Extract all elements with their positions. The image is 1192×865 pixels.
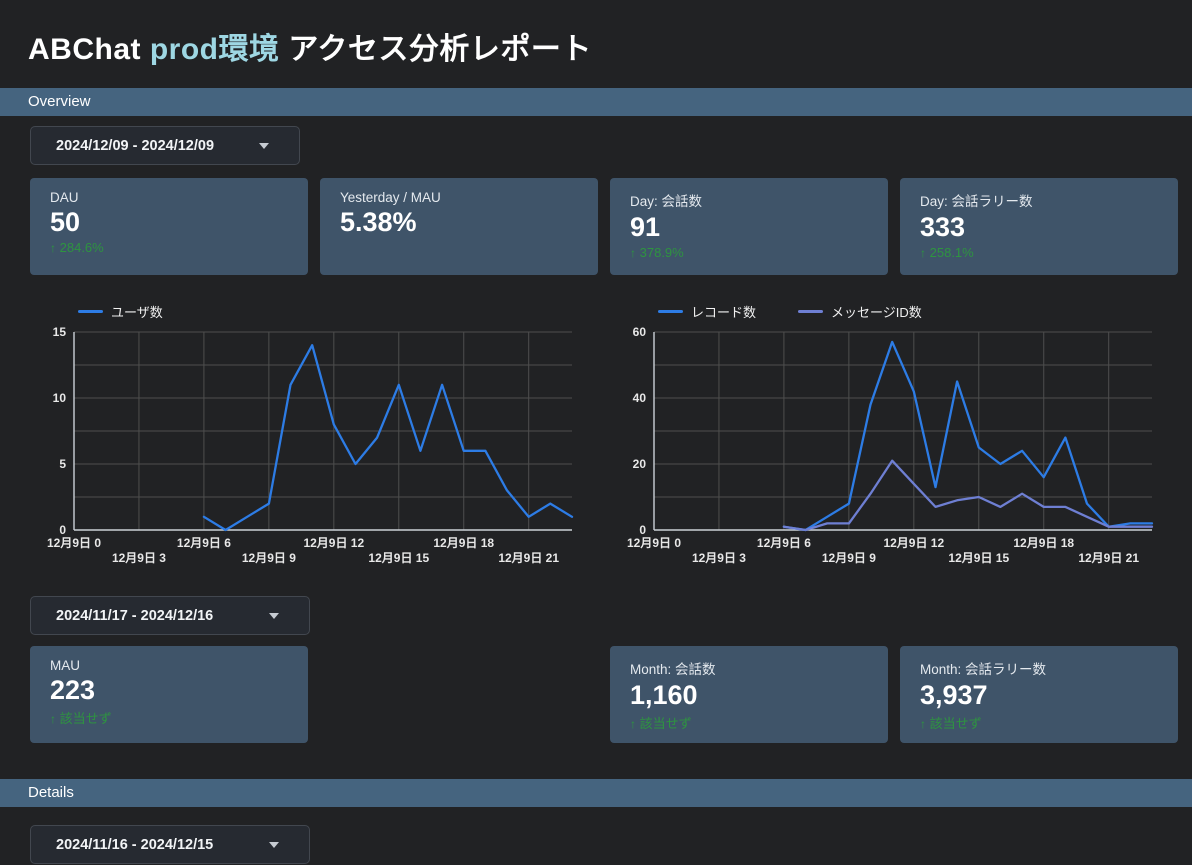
- kpi-label: Month: 会話ラリー数: [920, 658, 1158, 678]
- details-section-label: Details: [28, 784, 74, 801]
- kpi-value: 1,160: [630, 679, 868, 711]
- kpi-delta: ↑ 378.9%: [630, 245, 868, 260]
- kpi-value: 5.38%: [340, 206, 578, 238]
- svg-text:12月9日 0: 12月9日 0: [47, 536, 101, 550]
- page-title-suffix: アクセス分析レポート: [280, 33, 592, 66]
- svg-text:15: 15: [53, 325, 67, 339]
- stat-card-day-rallies: Day: 会話ラリー数 333 ↑ 258.1%: [900, 178, 1178, 275]
- users-chart: ユーザ数 05101512月9日 012月9日 312月9日 612月9日 91…: [30, 298, 598, 578]
- svg-text:12月9日 6: 12月9日 6: [757, 536, 811, 550]
- kpi-label: Day: 会話数: [630, 190, 868, 210]
- kpi-delta-value: 該当せず: [930, 716, 982, 731]
- kpi-value: 223: [50, 674, 288, 706]
- up-arrow-icon: ↑: [920, 717, 926, 731]
- svg-text:10: 10: [53, 391, 67, 405]
- kpi-delta-value: 378.9%: [640, 245, 684, 260]
- chart-legend: レコード数 メッセージID数: [610, 298, 1178, 324]
- chevron-down-icon: [259, 143, 269, 149]
- up-arrow-icon: ↑: [630, 246, 636, 260]
- svg-text:12月9日 15: 12月9日 15: [368, 551, 429, 565]
- details-section-bar: Details: [0, 779, 1192, 807]
- kpi-delta: ↑ 284.6%: [50, 240, 288, 255]
- details-range-picker[interactable]: 2024/11/16 - 2024/12/15: [30, 825, 310, 864]
- svg-text:20: 20: [633, 457, 647, 471]
- month-range-value: 2024/11/17 - 2024/12/16: [56, 608, 213, 624]
- stat-card-mau: MAU 223 ↑ 該当せず: [30, 646, 308, 743]
- svg-text:12月9日 9: 12月9日 9: [822, 551, 876, 565]
- records-chart: レコード数 メッセージID数 020406012月9日 012月9日 312月9…: [610, 298, 1178, 578]
- svg-text:12月9日 21: 12月9日 21: [1078, 551, 1139, 565]
- kpi-label: Day: 会話ラリー数: [920, 190, 1158, 210]
- svg-text:40: 40: [633, 391, 647, 405]
- svg-text:12月9日 3: 12月9日 3: [692, 551, 746, 565]
- kpi-delta: ↑ 該当せず: [630, 713, 868, 732]
- month-kpi-row: MAU 223 ↑ 該当せず Month: 会話数 1,160 ↑ 該当せず M…: [30, 646, 1178, 743]
- svg-text:60: 60: [633, 325, 647, 339]
- svg-text:12月9日 18: 12月9日 18: [1013, 536, 1074, 550]
- legend-swatch-icon: [798, 310, 823, 313]
- legend-label: ユーザ数: [111, 302, 163, 321]
- month-range-picker[interactable]: 2024/11/17 - 2024/12/16: [30, 596, 310, 635]
- kpi-delta-value: 該当せず: [60, 711, 112, 726]
- page-title-prefix: ABChat: [28, 33, 150, 66]
- overview-section-label: Overview: [28, 93, 91, 110]
- up-arrow-icon: ↑: [50, 241, 56, 255]
- kpi-label: DAU: [50, 190, 288, 205]
- day-range-picker[interactable]: 2024/12/09 - 2024/12/09: [30, 126, 300, 165]
- legend-label: メッセージID数: [831, 302, 922, 321]
- kpi-delta-value: 該当せず: [640, 716, 692, 731]
- svg-text:12月9日 21: 12月9日 21: [498, 551, 559, 565]
- legend-swatch-icon: [78, 310, 103, 313]
- legend-item-message-ids[interactable]: メッセージID数: [798, 302, 922, 321]
- stat-card-day-conversations: Day: 会話数 91 ↑ 378.9%: [610, 178, 888, 275]
- up-arrow-icon: ↑: [630, 717, 636, 731]
- legend-label: レコード数: [691, 302, 756, 321]
- overview-section-bar: Overview: [0, 88, 1192, 116]
- stat-card-yesterday-mau: Yesterday / MAU 5.38%: [320, 178, 598, 275]
- legend-item-users[interactable]: ユーザ数: [78, 302, 163, 321]
- up-arrow-icon: ↑: [50, 712, 56, 726]
- app-header: ABChat prod環境 アクセス分析レポート: [0, 0, 1192, 88]
- kpi-delta: ↑ 該当せず: [50, 708, 288, 727]
- kpi-value: 333: [920, 211, 1158, 243]
- records-chart-canvas: 020406012月9日 012月9日 312月9日 612月9日 912月9日…: [610, 324, 1178, 578]
- svg-text:12月9日 12: 12月9日 12: [303, 536, 364, 550]
- kpi-delta-value: 258.1%: [930, 245, 974, 260]
- day-kpi-row: DAU 50 ↑ 284.6% Yesterday / MAU 5.38% Da…: [30, 178, 1178, 275]
- svg-text:12月9日 15: 12月9日 15: [948, 551, 1009, 565]
- svg-text:12月9日 6: 12月9日 6: [177, 536, 231, 550]
- kpi-value: 3,937: [920, 679, 1158, 711]
- kpi-label: Yesterday / MAU: [340, 190, 578, 205]
- svg-text:12月9日 0: 12月9日 0: [627, 536, 681, 550]
- kpi-delta-value: 284.6%: [60, 240, 104, 255]
- chevron-down-icon: [269, 613, 279, 619]
- stat-card-month-rallies: Month: 会話ラリー数 3,937 ↑ 該当せず: [900, 646, 1178, 743]
- stat-card-dau: DAU 50 ↑ 284.6%: [30, 178, 308, 275]
- kpi-value: 50: [50, 206, 288, 238]
- chart-legend: ユーザ数: [30, 298, 598, 324]
- kpi-label: MAU: [50, 658, 288, 673]
- stat-card-month-conversations: Month: 会話数 1,160 ↑ 該当せず: [610, 646, 888, 743]
- charts-row: ユーザ数 05101512月9日 012月9日 312月9日 612月9日 91…: [30, 298, 1178, 578]
- legend-item-records[interactable]: レコード数: [658, 302, 756, 321]
- kpi-value: 91: [630, 211, 868, 243]
- day-range-value: 2024/12/09 - 2024/12/09: [56, 138, 214, 154]
- svg-text:12月9日 18: 12月9日 18: [433, 536, 494, 550]
- kpi-delta: ↑ 258.1%: [920, 245, 1158, 260]
- page-title: ABChat prod環境 アクセス分析レポート: [28, 24, 1164, 68]
- legend-swatch-icon: [658, 310, 683, 313]
- chevron-down-icon: [269, 842, 279, 848]
- page-title-env: prod環境: [150, 33, 280, 66]
- users-chart-canvas: 05101512月9日 012月9日 312月9日 612月9日 912月9日 …: [30, 324, 598, 578]
- svg-text:5: 5: [59, 457, 66, 471]
- up-arrow-icon: ↑: [920, 246, 926, 260]
- kpi-label: Month: 会話数: [630, 658, 868, 678]
- svg-text:12月9日 12: 12月9日 12: [883, 536, 944, 550]
- svg-text:12月9日 9: 12月9日 9: [242, 551, 296, 565]
- svg-text:12月9日 3: 12月9日 3: [112, 551, 166, 565]
- kpi-delta: ↑ 該当せず: [920, 713, 1158, 732]
- details-range-value: 2024/11/16 - 2024/12/15: [56, 837, 213, 853]
